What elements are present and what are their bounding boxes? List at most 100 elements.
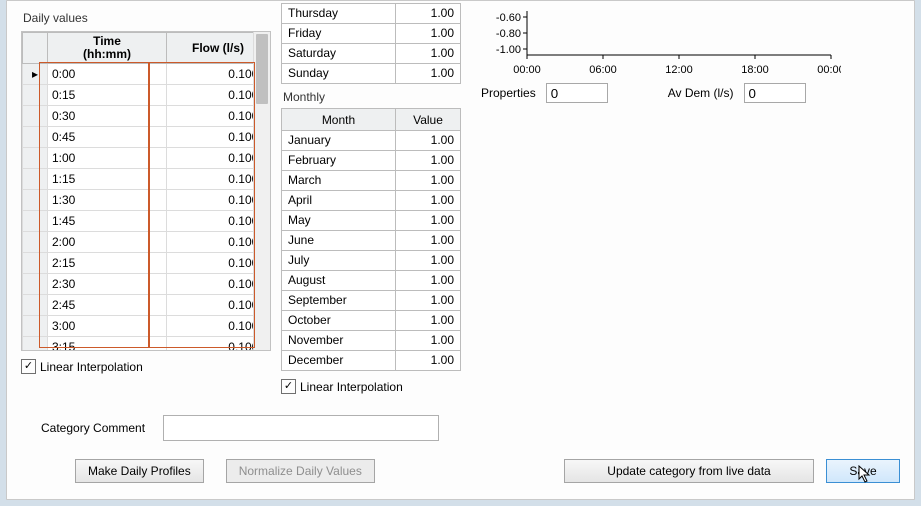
time-cell[interactable]: 0:45 [48,127,167,148]
update-category-button[interactable]: Update category from live data [564,459,814,483]
month-cell[interactable]: November [282,331,396,351]
row-indicator [23,253,48,274]
month-value-cell[interactable]: 1.00 [396,331,461,351]
time-cell[interactable]: 1:45 [48,211,167,232]
table-row[interactable]: 0:450.1000 [23,127,270,148]
month-cell[interactable]: September [282,291,396,311]
month-value-cell[interactable]: 1.00 [396,151,461,171]
monthly-label: Monthly [283,90,461,104]
month-value-cell[interactable]: 1.00 [396,231,461,251]
weekday-value-cell[interactable]: 1.00 [396,44,461,64]
month-cell[interactable]: March [282,171,396,191]
table-row[interactable]: November1.00 [282,331,461,351]
table-row[interactable]: October1.00 [282,311,461,331]
linear-interp-right[interactable]: Linear Interpolation [281,379,461,394]
time-cell[interactable]: 2:30 [48,274,167,295]
table-row[interactable]: 2:450.1000 [23,295,270,316]
weekday-value-cell[interactable]: 1.00 [396,64,461,84]
month-value-cell[interactable]: 1.00 [396,351,461,371]
table-row[interactable]: ▸0:000.1000 [23,64,270,85]
table-row[interactable]: Thursday1.00 [282,4,461,24]
time-cell[interactable]: 2:00 [48,232,167,253]
weekday-cell[interactable]: Saturday [282,44,396,64]
app-frame: Daily values Time(hh:mm) Flow (l/s) [6,0,915,500]
table-row[interactable]: 1:150.1000 [23,169,270,190]
table-row[interactable]: 3:150.1000 [23,337,270,351]
month-cell[interactable]: December [282,351,396,371]
table-row[interactable]: 0:150.1000 [23,85,270,106]
table-row[interactable]: 1:000.1000 [23,148,270,169]
avdem-input[interactable] [744,83,806,103]
time-cell[interactable]: 0:15 [48,85,167,106]
time-cell[interactable]: 2:15 [48,253,167,274]
month-value-cell[interactable]: 1.00 [396,251,461,271]
table-row[interactable]: September1.00 [282,291,461,311]
make-daily-profiles-button[interactable]: Make Daily Profiles [75,459,204,483]
row-indicator [23,169,48,190]
table-row[interactable]: 1:450.1000 [23,211,270,232]
category-comment-input[interactable] [163,415,439,441]
month-cell[interactable]: August [282,271,396,291]
table-row[interactable]: March1.00 [282,171,461,191]
table-row[interactable]: April1.00 [282,191,461,211]
weekday-value-cell[interactable]: 1.00 [396,24,461,44]
time-cell[interactable]: 1:00 [48,148,167,169]
svg-text:00:00: 00:00 [817,64,841,76]
table-row[interactable]: December1.00 [282,351,461,371]
time-cell[interactable]: 1:15 [48,169,167,190]
month-cell[interactable]: June [282,231,396,251]
row-indicator [23,337,48,351]
table-row[interactable]: 2:300.1000 [23,274,270,295]
normalize-daily-values-button[interactable]: Normalize Daily Values [226,459,375,483]
row-indicator [23,148,48,169]
save-button[interactable]: Save [826,459,900,483]
month-cell[interactable]: May [282,211,396,231]
daily-table[interactable]: Time(hh:mm) Flow (l/s) ▸0:000.10000:150.… [22,32,270,350]
time-cell[interactable]: 0:30 [48,106,167,127]
time-cell[interactable]: 3:00 [48,316,167,337]
month-header: Month [282,109,396,131]
daily-scrollbar[interactable] [253,32,270,350]
month-cell[interactable]: February [282,151,396,171]
weekday-table[interactable]: Thursday1.00Friday1.00Saturday1.00Sunday… [281,3,461,84]
month-cell[interactable]: October [282,311,396,331]
month-cell[interactable]: April [282,191,396,211]
month-value-cell[interactable]: 1.00 [396,271,461,291]
table-row[interactable]: February1.00 [282,151,461,171]
month-cell[interactable]: July [282,251,396,271]
table-row[interactable]: 2:150.1000 [23,253,270,274]
weekday-cell[interactable]: Sunday [282,64,396,84]
table-row[interactable]: May1.00 [282,211,461,231]
properties-input[interactable] [546,83,608,103]
svg-text:-0.60: -0.60 [496,12,521,24]
weekday-cell[interactable]: Friday [282,24,396,44]
month-value-cell[interactable]: 1.00 [396,191,461,211]
table-row[interactable]: Friday1.00 [282,24,461,44]
time-cell[interactable]: 2:45 [48,295,167,316]
weekday-value-cell[interactable]: 1.00 [396,4,461,24]
daily-scroll-thumb[interactable] [256,34,268,104]
table-row[interactable]: June1.00 [282,231,461,251]
weekday-cell[interactable]: Thursday [282,4,396,24]
month-value-cell[interactable]: 1.00 [396,311,461,331]
table-row[interactable]: 1:300.1000 [23,190,270,211]
month-cell[interactable]: January [282,131,396,151]
month-value-cell[interactable]: 1.00 [396,171,461,191]
month-value-cell[interactable]: 1.00 [396,211,461,231]
table-row[interactable]: August1.00 [282,271,461,291]
month-value-cell[interactable]: 1.00 [396,131,461,151]
table-row[interactable]: 0:300.1000 [23,106,270,127]
linear-interp-left[interactable]: Linear Interpolation [21,359,271,374]
monthly-table[interactable]: Month Value January1.00February1.00March… [281,108,461,371]
time-cell[interactable]: 3:15 [48,337,167,351]
table-row[interactable]: 3:000.1000 [23,316,270,337]
table-row[interactable]: Saturday1.00 [282,44,461,64]
time-cell[interactable]: 0:00 [48,64,167,85]
row-indicator [23,127,48,148]
table-row[interactable]: Sunday1.00 [282,64,461,84]
table-row[interactable]: January1.00 [282,131,461,151]
time-cell[interactable]: 1:30 [48,190,167,211]
month-value-cell[interactable]: 1.00 [396,291,461,311]
table-row[interactable]: 2:000.1000 [23,232,270,253]
table-row[interactable]: July1.00 [282,251,461,271]
